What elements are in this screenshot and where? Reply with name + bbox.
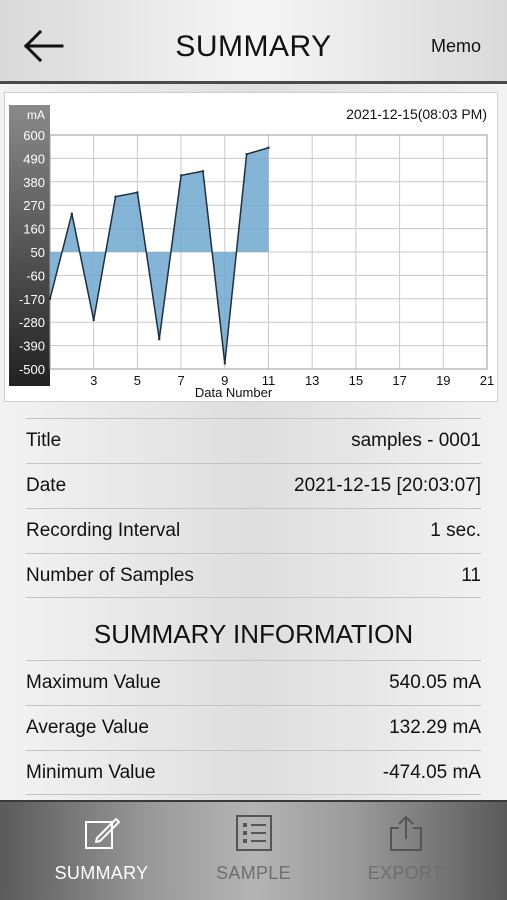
chart-timestamp: 2021-12-15(08:03 PM) [346,106,487,122]
detail-value: 1 sec. [430,520,481,541]
detail-row-samples: Number of Samples 11 [26,553,481,598]
data-point [70,212,74,215]
y-tick-label: -390 [19,339,45,354]
x-axis-label: Data Number [195,385,273,400]
summary-value: -474.05 mA [382,762,481,783]
x-tick-label: 5 [134,373,141,388]
y-unit-label: mA [27,108,45,122]
summary-row-max: Maximum Value 540.05 mA [26,660,481,705]
tab-sample[interactable]: SAMPLE [169,802,338,900]
summary-value: 132.29 mA [389,717,481,738]
list-icon [236,815,272,851]
data-point [114,195,117,198]
summary-info-title: SUMMARY INFORMATION [93,619,414,649]
share-icon [390,815,422,851]
data-point [267,146,270,149]
summary-label: Minimum Value [26,762,156,783]
detail-label: Title [26,430,62,451]
tab-export[interactable]: EXPORT [321,802,490,900]
y-tick-label: -500 [19,362,45,377]
y-tick-label: -60 [26,268,45,283]
data-point [179,174,183,177]
current-chart: mA 2021-12-15(08:03 PM) 600 490 380 270 160 50 -… [9,105,494,400]
y-tick-label: 160 [23,222,45,237]
memo-button[interactable]: Memo [431,36,481,57]
y-tick-label: -280 [19,315,45,330]
data-point [223,362,226,365]
data-point [48,297,52,300]
tab-label: SAMPLE [216,863,291,883]
chart-panel: mA 2021-12-15(08:03 PM) 600 490 380 270 160 50 -… [4,92,498,402]
data-point [245,152,248,156]
detail-row-date: Date 2021-12-15 [20:03:07] [26,463,481,508]
summary-row-min: Minimum Value -474.05 mA [26,750,481,795]
data-point [136,191,139,194]
x-tick-label: 7 [177,373,184,388]
detail-row-title: Title samples - 0001 [26,418,481,463]
data-point [158,338,161,341]
summary-row-average: Average Value 132.29 mA [26,705,481,750]
bottom-tab-bar: SUMMARY SAMPLE EXPORT [0,800,507,900]
y-tick-label: 490 [23,151,45,166]
x-tick-label: 19 [436,373,450,388]
data-point [201,169,205,173]
summary-label: Maximum Value [26,672,161,693]
data-point [92,318,95,322]
tab-label: SUMMARY [54,863,149,883]
detail-value: samples - 0001 [351,430,481,451]
x-tick-label: 13 [305,373,319,388]
summary-label: Average Value [26,717,149,738]
detail-label: Recording Interval [26,520,181,541]
summary-value: 540.05 mA [389,672,481,693]
x-tick-label: 3 [90,373,97,388]
detail-label: Date [26,475,67,496]
detail-value: 2021-12-15 [20:03:07] [294,475,481,496]
edit-icon [85,818,120,849]
x-tick-label: 17 [392,373,406,388]
header: SUMMARY Memo [0,0,507,84]
tab-label: EXPORT [367,863,444,883]
y-tick-label: 380 [23,175,45,190]
x-tick-label: 21 [480,373,494,388]
y-tick-label: 600 [23,128,45,143]
detail-row-interval: Recording Interval 1 sec. [26,508,481,553]
y-tick-label: -170 [19,292,45,307]
detail-value: 11 [461,565,481,586]
x-tick-label: 15 [349,373,363,388]
y-tick-label: 270 [23,198,45,213]
detail-label: Number of Samples [26,565,194,586]
tab-summary[interactable]: SUMMARY [17,802,186,900]
y-tick-label: 50 [31,245,45,260]
